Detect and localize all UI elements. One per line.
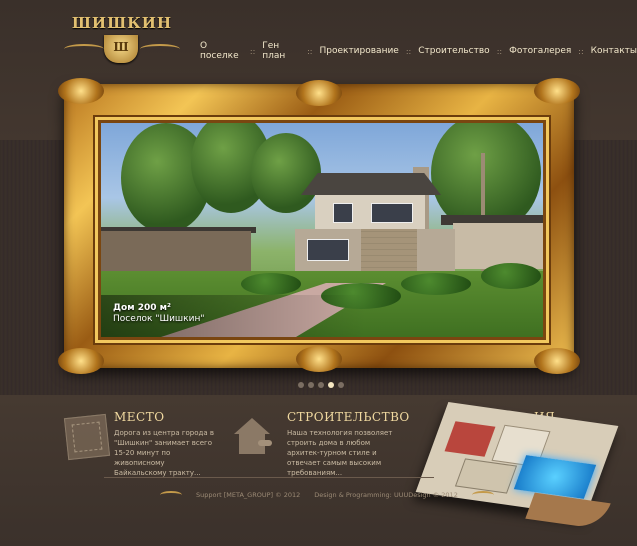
- house-render-image: Дом 200 м² Поселок "Шишкин": [101, 123, 543, 337]
- garage: [101, 231, 251, 271]
- bush: [401, 273, 471, 295]
- slider-dot-2[interactable]: [308, 382, 314, 388]
- nav-item-master-plan[interactable]: Ген план: [262, 41, 300, 61]
- house-wing: [453, 223, 543, 269]
- slide-caption-title: Дом 200 м²: [113, 303, 171, 313]
- nav-separator: ::: [405, 46, 412, 56]
- section-construction: СТРОИТЕЛЬСТВО Наша технология позволяет …: [287, 410, 409, 478]
- slide-caption-subtitle: Поселок "Шишкин": [113, 314, 205, 324]
- slider-pagination: [298, 382, 344, 388]
- main-nav: О поселке :: Ген план :: Проектирование …: [200, 41, 637, 61]
- section-construction-title[interactable]: СТРОИТЕЛЬСТВО: [287, 410, 409, 424]
- nav-separator: ::: [307, 46, 313, 56]
- frame-ornament-icon: [296, 80, 342, 106]
- house-roof: [301, 173, 441, 195]
- nav-separator: ::: [578, 46, 584, 56]
- logo-emblem-icon: Ш: [104, 35, 138, 63]
- nav-separator: ::: [496, 46, 503, 56]
- logo-ornament-right: [140, 44, 180, 54]
- slider-dot-3[interactable]: [318, 382, 324, 388]
- tree: [251, 133, 321, 213]
- floorplan-deck: [525, 492, 611, 530]
- footer-divider: [104, 477, 434, 478]
- logo-emblem-letter: Ш: [113, 40, 129, 54]
- nav-separator: ::: [249, 46, 256, 56]
- frame-ornament-icon: [58, 348, 104, 374]
- footer-ornament-icon: [471, 491, 494, 499]
- frame-ornament-icon: [296, 346, 342, 372]
- footer: Support [META_GROUP] © 2012 Design & Pro…: [160, 491, 494, 499]
- window: [307, 239, 349, 261]
- house-key-icon-roof: [234, 418, 270, 434]
- slider-dot-4[interactable]: [328, 382, 334, 388]
- footer-ornament-icon: [160, 491, 182, 499]
- section-construction-text: Наша технология позволяет строить дома в…: [287, 429, 393, 477]
- map-icon: [63, 413, 111, 461]
- slide-caption: Дом 200 м² Поселок "Шишкин": [113, 303, 204, 325]
- frame-ornament-icon: [534, 78, 580, 104]
- window: [371, 203, 413, 223]
- bush: [241, 273, 301, 295]
- nav-item-about[interactable]: О поселке: [200, 41, 243, 61]
- section-place: МЕСТО Дорога из центра города в "Шишкин"…: [114, 410, 218, 478]
- section-place-title[interactable]: МЕСТО: [114, 410, 218, 424]
- window: [333, 203, 353, 223]
- frame-ornament-icon: [534, 348, 580, 374]
- bush: [481, 263, 541, 289]
- nav-item-gallery[interactable]: Фотогалерея: [509, 46, 571, 56]
- footer-support[interactable]: Support [META_GROUP] © 2012: [196, 491, 300, 499]
- frame-ornament-icon: [58, 78, 104, 104]
- nav-item-construction[interactable]: Строительство: [418, 46, 489, 56]
- house-key-icon: [234, 418, 274, 456]
- logo-ornament-left: [64, 44, 104, 54]
- house-key-icon-key: [258, 440, 272, 446]
- nav-item-design[interactable]: Проектирование: [319, 46, 398, 56]
- floorplan-3d-image: [415, 398, 620, 538]
- gilded-picture-frame: Дом 200 м² Поселок "Шишкин": [58, 78, 580, 374]
- section-place-text: Дорога из центра города в "Шишкин" заним…: [114, 429, 215, 477]
- nav-item-contacts[interactable]: Контакты: [591, 46, 637, 56]
- slider-dot-1[interactable]: [298, 382, 304, 388]
- footer-design[interactable]: Design & Programming: UUUDesign © 2012: [314, 491, 458, 499]
- site-logo[interactable]: ШИШКИН Ш: [62, 14, 182, 66]
- slider-dot-5[interactable]: [338, 382, 344, 388]
- house-stone-wall: [361, 229, 417, 273]
- slider-image[interactable]: Дом 200 м² Поселок "Шишкин": [98, 120, 546, 340]
- logo-text: ШИШКИН: [71, 14, 173, 32]
